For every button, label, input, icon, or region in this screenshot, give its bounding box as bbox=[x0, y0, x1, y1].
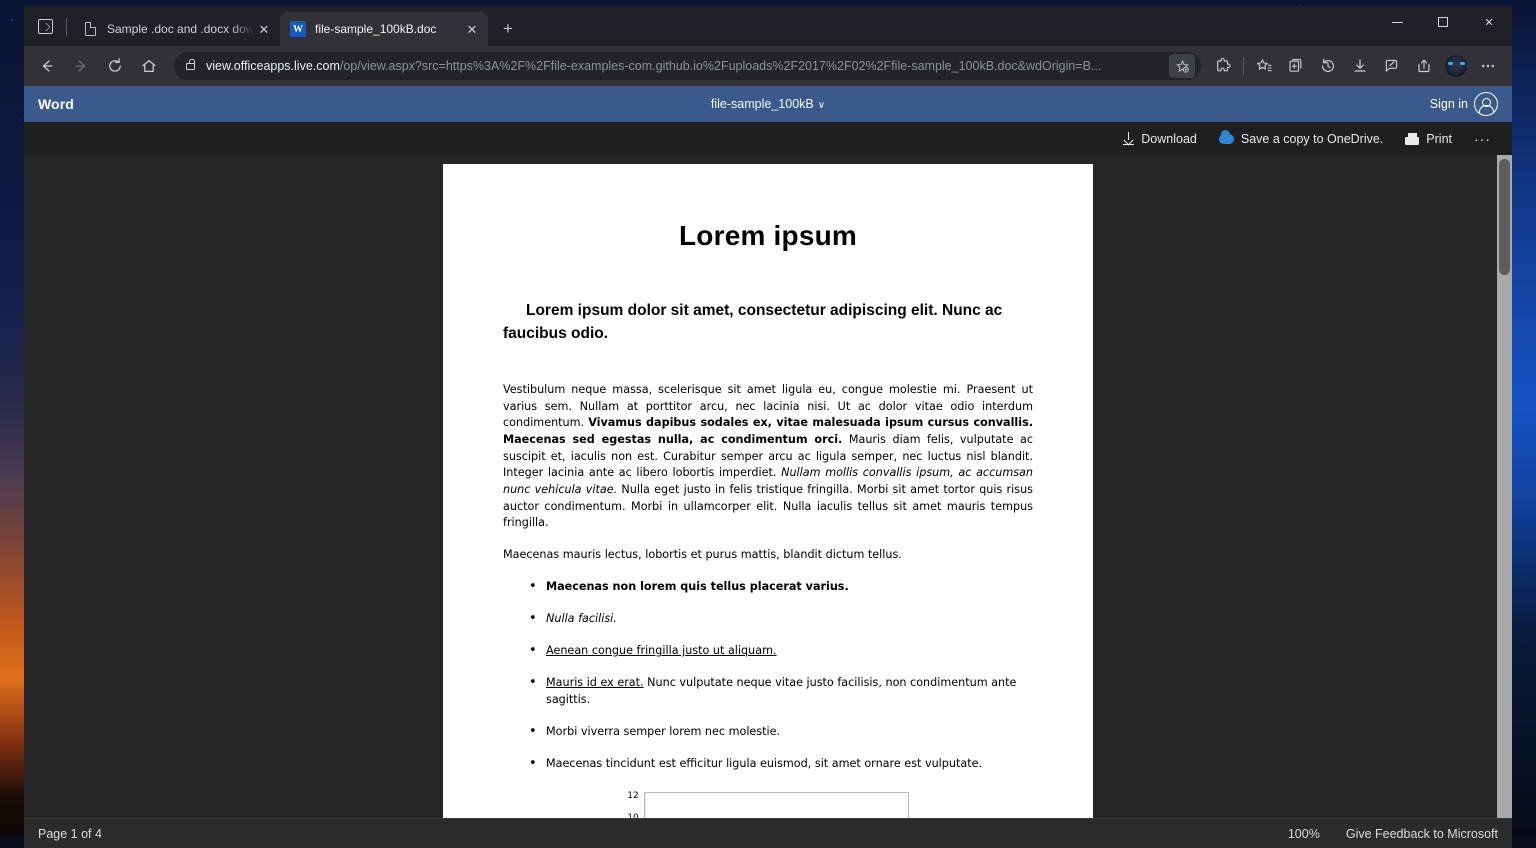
favorites-icon[interactable] bbox=[1248, 51, 1280, 81]
doc-chart: 12 10 bbox=[503, 792, 1033, 818]
bullet-text: Aenean congue fringilla justo ut aliquam… bbox=[546, 644, 777, 658]
sign-in-button[interactable]: Sign in bbox=[1430, 97, 1468, 111]
url-path: /op/view.aspx?src=https%3A%2F%2Ffile-exa… bbox=[339, 59, 1102, 73]
onedrive-cloud-icon bbox=[1218, 129, 1234, 144]
address-bar[interactable]: view.officeapps.live.com/op/view.aspx?sr… bbox=[174, 52, 1201, 80]
page-icon bbox=[82, 21, 98, 37]
save-copy-label: Save a copy to OneDrive. bbox=[1240, 131, 1384, 146]
minimize-button[interactable] bbox=[1374, 6, 1420, 38]
tab-title: file-sample_100kB.doc bbox=[315, 22, 437, 36]
collections-icon[interactable] bbox=[1280, 51, 1312, 81]
doc-bullet-list: Maecenas non lorem quis tellus placerat … bbox=[503, 578, 1033, 775]
document-page: Lorem ipsum Lorem ipsum dolor sit amet, … bbox=[443, 164, 1093, 818]
tab-shelf-icon bbox=[37, 18, 53, 34]
bullet-text: Maecenas tincidunt est efficitur ligula … bbox=[546, 757, 983, 771]
list-item: Nulla facilisi. bbox=[503, 610, 1033, 629]
zoom-level[interactable]: 100% bbox=[1288, 827, 1320, 841]
tab-strip: Sample .doc and .docx download ✕ W file-… bbox=[24, 6, 1512, 46]
bullet-text: Morbi viverra semper lorem nec molestie. bbox=[546, 724, 781, 738]
list-item: Aenean congue fringilla justo ut aliquam… bbox=[503, 642, 1033, 661]
toolbar-divider bbox=[1243, 57, 1244, 75]
chart-plot-area bbox=[643, 792, 909, 818]
document-title-button[interactable]: file-sample_100kB ∨ bbox=[24, 97, 1512, 111]
scrollbar-thumb[interactable] bbox=[1499, 159, 1510, 275]
bullet-text: Nulla facilisi. bbox=[546, 611, 617, 625]
new-tab-button[interactable]: + bbox=[494, 15, 522, 43]
browser-window: Sample .doc and .docx download ✕ W file-… bbox=[24, 6, 1512, 848]
url-domain: view.officeapps.live.com bbox=[206, 59, 340, 73]
print-button[interactable]: Print bbox=[1396, 128, 1461, 150]
extensions-icon[interactable] bbox=[1207, 51, 1239, 81]
tab-title: Sample .doc and .docx download bbox=[107, 22, 254, 36]
download-button[interactable]: Download bbox=[1114, 128, 1206, 150]
chevron-down-icon: ∨ bbox=[817, 100, 826, 111]
list-item: Maecenas non lorem quis tellus placerat … bbox=[503, 578, 1033, 597]
download-label: Download bbox=[1141, 131, 1197, 146]
document-viewport[interactable]: Lorem ipsum Lorem ipsum dolor sit amet, … bbox=[24, 155, 1512, 818]
give-feedback-link[interactable]: Give Feedback to Microsoft bbox=[1346, 827, 1498, 841]
tab-divider bbox=[66, 18, 67, 36]
list-item: Maecenas tincidunt est efficitur ligula … bbox=[503, 755, 1033, 774]
tab-close-icon[interactable]: ✕ bbox=[254, 19, 274, 39]
lock-icon bbox=[186, 59, 195, 70]
document-title-text: file-sample_100kB bbox=[710, 97, 814, 111]
doc-heading-subtitle: Lorem ipsum dolor sit amet, consectetur … bbox=[503, 302, 1003, 342]
more-commands-icon[interactable]: ··· bbox=[1465, 127, 1500, 151]
settings-more-icon[interactable] bbox=[1472, 51, 1504, 81]
list-item: Mauris id ex erat. Nunc vulputate neque … bbox=[503, 674, 1033, 707]
download-icon bbox=[1123, 132, 1135, 145]
word-app-header: Word file-sample_100kB ∨ Sign in bbox=[24, 86, 1512, 122]
bullet-lead: Mauris id ex erat. bbox=[546, 676, 644, 690]
save-copy-onedrive-button[interactable]: Save a copy to OneDrive. bbox=[1210, 128, 1392, 150]
maximize-button[interactable] bbox=[1420, 6, 1466, 38]
browser-tab-sample-doc[interactable]: Sample .doc and .docx download ✕ bbox=[72, 12, 280, 46]
word-icon: W bbox=[290, 21, 306, 37]
tab-close-icon[interactable]: ✕ bbox=[462, 19, 482, 39]
url-text: view.officeapps.live.com/op/view.aspx?sr… bbox=[206, 59, 1169, 73]
print-label: Print bbox=[1426, 131, 1452, 146]
toolbar-icon-group bbox=[1207, 51, 1504, 81]
chart-y-axis-labels: 12 10 bbox=[627, 792, 643, 818]
word-brand-label[interactable]: Word bbox=[38, 96, 74, 112]
downloads-icon[interactable] bbox=[1344, 51, 1376, 81]
doc-paragraph-1: Vestibulum neque massa, scelerisque sit … bbox=[503, 382, 1033, 532]
browser-toolbar: view.officeapps.live.com/op/view.aspx?sr… bbox=[24, 46, 1512, 86]
bullet-text: Maecenas non lorem quis tellus placerat … bbox=[546, 579, 849, 593]
close-window-button[interactable]: ✕ bbox=[1466, 6, 1512, 38]
back-icon[interactable] bbox=[32, 51, 62, 81]
account-icon[interactable] bbox=[1474, 92, 1498, 116]
chart-ytick-0: 12 bbox=[627, 791, 639, 802]
vertical-scrollbar[interactable] bbox=[1497, 155, 1512, 818]
share-icon[interactable] bbox=[1408, 51, 1440, 81]
word-command-bar: Download Save a copy to OneDrive. Print … bbox=[24, 122, 1512, 155]
status-bar: Page 1 of 4 100% Give Feedback to Micros… bbox=[24, 818, 1512, 848]
screenshot-icon[interactable] bbox=[1376, 51, 1408, 81]
printer-icon bbox=[1405, 132, 1420, 145]
history-icon[interactable] bbox=[1312, 51, 1344, 81]
profile-avatar[interactable] bbox=[1440, 51, 1472, 81]
home-icon[interactable] bbox=[134, 51, 164, 81]
reload-icon[interactable] bbox=[100, 51, 130, 81]
page-indicator: Page 1 of 4 bbox=[38, 826, 102, 841]
window-controls: ✕ bbox=[1374, 6, 1512, 38]
word-header-right: Sign in bbox=[1430, 92, 1498, 116]
browser-tab-file-sample[interactable]: W file-sample_100kB.doc ✕ bbox=[280, 12, 488, 46]
status-bar-right: 100% Give Feedback to Microsoft bbox=[1288, 827, 1498, 841]
doc-paragraph-2: Maecenas mauris lectus, lobortis et puru… bbox=[503, 548, 902, 562]
add-favorite-icon[interactable] bbox=[1169, 54, 1195, 78]
list-item: Morbi viverra semper lorem nec molestie. bbox=[503, 723, 1033, 742]
forward-icon[interactable] bbox=[66, 51, 96, 81]
doc-heading-title: Lorem ipsum bbox=[678, 220, 857, 251]
chart-ytick-1: 10 bbox=[627, 814, 638, 818]
tab-actions-icon[interactable] bbox=[28, 9, 62, 43]
